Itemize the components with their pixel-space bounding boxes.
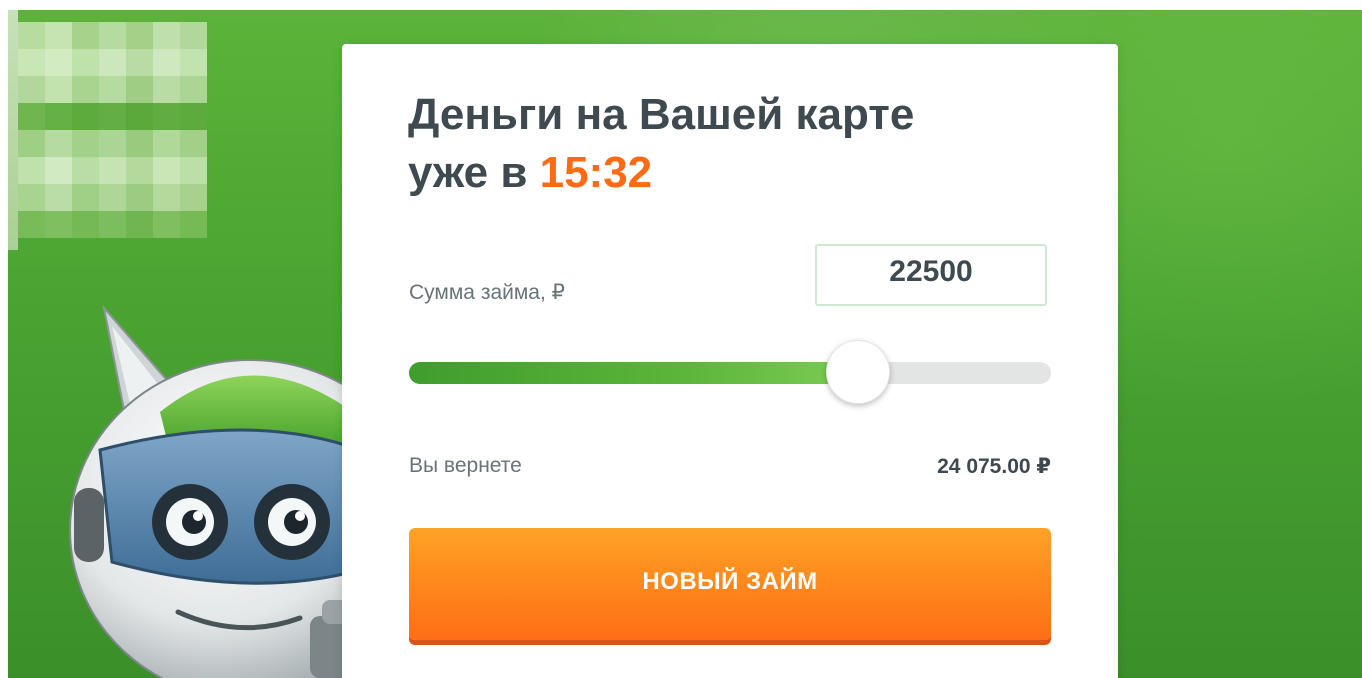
slider-thumb-icon[interactable] xyxy=(826,340,891,404)
new-loan-button[interactable]: НОВЫЙ ЗАЙМ xyxy=(409,528,1051,640)
title-time: 15:32 xyxy=(539,148,653,197)
title-prefix: уже в xyxy=(408,148,528,197)
amount-label: Сумма займа, ₽ xyxy=(409,281,566,304)
loan-card: Деньги на Вашей карте уже в 15:32 Сумма … xyxy=(342,44,1118,678)
left-edge-strip xyxy=(8,10,18,250)
page: Деньги на Вашей карте уже в 15:32 Сумма … xyxy=(0,0,1362,678)
amount-slider[interactable] xyxy=(409,340,1051,404)
amount-input[interactable] xyxy=(815,244,1047,306)
page-title: Деньги на Вашей карте уже в 15:32 xyxy=(408,86,1068,202)
repay-label: Вы вернете xyxy=(409,454,522,477)
repay-value: 24 075.00 ₽ xyxy=(937,455,1051,478)
blurred-logo-icon xyxy=(18,22,207,238)
title-line-1: Деньги на Вашей карте xyxy=(408,90,915,139)
robot-cat-mascot-icon xyxy=(69,304,360,678)
new-loan-button-label: НОВЫЙ ЗАЙМ xyxy=(642,568,818,595)
slider-fill xyxy=(409,362,859,384)
